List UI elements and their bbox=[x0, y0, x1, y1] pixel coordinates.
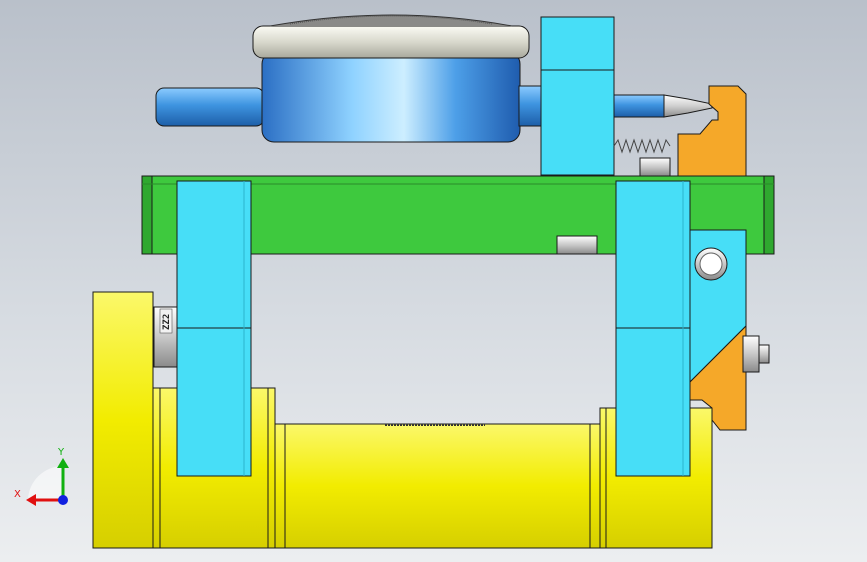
gauge-bezel bbox=[252, 25, 530, 59]
adjust-screw bbox=[742, 335, 770, 373]
bearing-mark-label: ZZ2 bbox=[162, 314, 172, 330]
gauge-holder-block[interactable] bbox=[540, 16, 615, 176]
gauge-rear-stem bbox=[155, 87, 265, 127]
bearing: ZZ2 bbox=[153, 306, 179, 368]
right-clamp-block[interactable] bbox=[615, 180, 691, 477]
dial-gauge[interactable] bbox=[252, 14, 530, 143]
left-clamp-block[interactable] bbox=[176, 180, 252, 477]
locating-pin bbox=[556, 235, 598, 255]
axis-triad: Y X bbox=[14, 447, 69, 506]
assembly-drawing: ZZ2 Y X bbox=[14, 14, 775, 549]
triad-x-label: X bbox=[14, 489, 21, 500]
return-spring bbox=[613, 138, 671, 177]
roller-left-end bbox=[92, 291, 154, 549]
triad-y-label: Y bbox=[57, 447, 65, 458]
roller-neck bbox=[274, 423, 601, 549]
cad-viewport[interactable]: ZZ2 Y X bbox=[0, 0, 867, 562]
